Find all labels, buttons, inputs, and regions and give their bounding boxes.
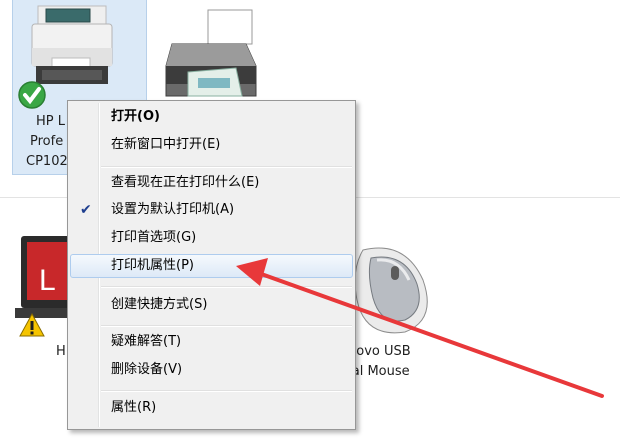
menu-item-label: 打印机属性(P) <box>111 258 194 273</box>
menu-separator <box>101 286 352 288</box>
menu-item-label: 属性(R) <box>111 400 157 415</box>
warning-icon <box>19 312 45 337</box>
device-label-bottom-1: H <box>56 344 66 359</box>
menu-item-properties[interactable]: 属性(R) <box>70 396 353 420</box>
menu-item-label: 删除设备(V) <box>111 362 183 377</box>
menu-item-label: 疑难解答(T) <box>111 334 182 349</box>
menu-separator <box>101 325 352 327</box>
menu-item-create-shortcut[interactable]: 创建快捷方式(S) <box>70 293 353 317</box>
menu-item-label: 打开(O) <box>111 109 160 124</box>
device-label-line-2: Profe <box>30 134 64 149</box>
menu-separator <box>101 390 352 392</box>
menu-item-label: 在新窗口中打开(E) <box>111 137 221 152</box>
menu-item-label: 创建快捷方式(S) <box>111 297 208 312</box>
menu-item-printer-properties[interactable]: 打印机属性(P) <box>70 254 353 278</box>
menu-item-set-default[interactable]: ✔ 设置为默认打印机(A) <box>70 198 353 222</box>
device-label-bottom-2a: novo USB <box>348 344 411 359</box>
menu-item-open-new-window[interactable]: 在新窗口中打开(E) <box>70 133 353 157</box>
menu-item-see-printing[interactable]: 查看现在正在打印什么(E) <box>70 171 353 195</box>
menu-item-remove-device[interactable]: 删除设备(V) <box>70 358 353 382</box>
menu-item-printing-preferences[interactable]: 打印首选项(G) <box>70 226 353 250</box>
menu-item-label: 打印首选项(G) <box>111 230 197 245</box>
default-check-icon <box>18 81 46 109</box>
device-label-line-1: HP L <box>36 114 65 129</box>
menu-separator <box>101 166 352 168</box>
checkmark-icon: ✔ <box>80 202 92 218</box>
menu-item-label: 查看现在正在打印什么(E) <box>111 175 260 190</box>
menu-item-label: 设置为默认打印机(A) <box>111 202 235 217</box>
device-label-line-3: CP102 <box>26 154 68 169</box>
printer-icon[interactable] <box>158 4 268 104</box>
mouse-icon[interactable] <box>345 240 440 335</box>
svg-text:L: L <box>39 264 56 297</box>
menu-item-open[interactable]: 打开(O) <box>70 105 353 129</box>
menu-item-troubleshoot[interactable]: 疑难解答(T) <box>70 330 353 354</box>
context-menu: 打开(O) 在新窗口中打开(E) 查看现在正在打印什么(E) ✔ 设置为默认打印… <box>67 100 356 430</box>
